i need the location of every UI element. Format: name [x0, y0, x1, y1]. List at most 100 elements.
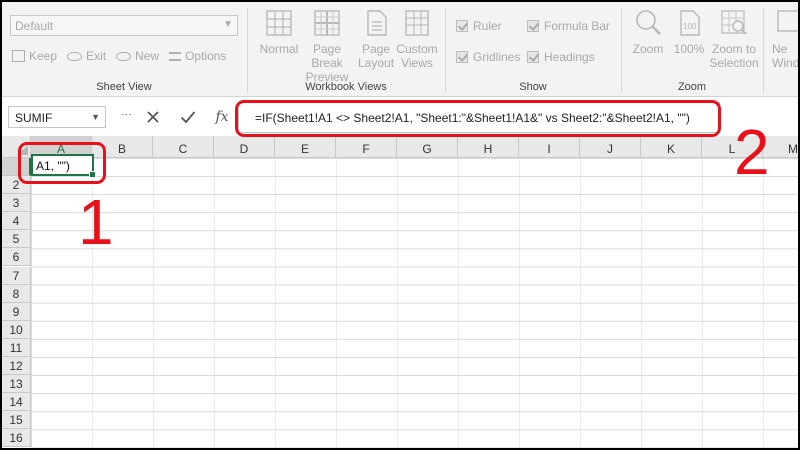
row-header-9[interactable]: 9 — [2, 302, 31, 321]
annotation-number-1: 1 — [78, 186, 114, 258]
annotation-box-2 — [235, 100, 721, 137]
check-icon — [456, 20, 468, 32]
group-zoom: Zoom 100 100% Zoom to Selection Zoom — [622, 2, 762, 97]
column-header-g[interactable]: G — [397, 136, 458, 158]
custom-views-label-2: Views — [401, 56, 433, 70]
column-header-k[interactable]: K — [641, 136, 702, 158]
drag-handle-icon[interactable]: ⋮ — [120, 109, 133, 119]
formula-bar-label: Formula Bar — [544, 19, 611, 33]
cancel-button[interactable] — [141, 105, 165, 129]
group-sheet-view: Default ▼ Keep Exit New Options Sheet Vi… — [2, 2, 246, 97]
group-show: Ruler Formula Bar Gridlines Headings Sho… — [446, 2, 620, 97]
ruler-label: Ruler — [473, 19, 502, 33]
sheet-view-select-value: Default — [15, 19, 54, 33]
exit-button[interactable]: Exit — [67, 49, 106, 63]
group-label-show: Show — [519, 81, 547, 93]
gridlines-label: Gridlines — [473, 50, 521, 64]
options-button[interactable]: Options — [169, 49, 226, 63]
page-layout-label-2: Layout — [358, 56, 395, 70]
column-header-c[interactable]: C — [153, 136, 214, 158]
row-header-16[interactable]: 16 — [2, 429, 31, 448]
ruler-checkbox[interactable]: Ruler — [456, 19, 502, 33]
page-break-icon — [314, 10, 340, 36]
name-box[interactable]: SUMIF ▼ — [8, 106, 106, 128]
page-layout-label-1: Page — [361, 42, 391, 56]
row-header-15[interactable]: 15 — [2, 411, 31, 430]
svg-text:100: 100 — [683, 22, 697, 31]
new-window-button[interactable]: Ne Wind — [772, 8, 798, 70]
custom-views-button[interactable]: Custom Views — [396, 8, 438, 70]
new-label: New — [135, 49, 160, 63]
normal-label: Normal — [259, 42, 299, 56]
gridlines-checkbox[interactable]: Gridlines — [456, 50, 520, 64]
excel-window: Default ▼ Keep Exit New Options Sheet Vi… — [2, 2, 798, 448]
options-label: Options — [185, 49, 227, 63]
annotation-number-2: 2 — [734, 116, 770, 188]
column-header-e[interactable]: E — [275, 136, 336, 158]
screenshot-frame: Default ▼ Keep Exit New Options Sheet Vi… — [0, 0, 800, 450]
new-window-label-2: Wind — [772, 56, 798, 70]
custom-views-label-1: Custom — [396, 42, 438, 56]
sheet-view-buttons: Keep Exit New Options — [12, 49, 226, 63]
zoom-100-icon: 100 — [680, 10, 700, 36]
group-label-workbook-views: Workbook Views — [305, 81, 387, 93]
chevron-down-icon: ▼ — [223, 19, 233, 30]
row-header-4[interactable]: 4 — [2, 212, 31, 231]
new-button[interactable]: New — [116, 49, 159, 63]
row-header-10[interactable]: 10 — [2, 320, 31, 339]
row-header-13[interactable]: 13 — [2, 375, 31, 394]
zoom-to-selection-label-1: Zoom to — [711, 42, 756, 56]
keep-label: Keep — [29, 49, 58, 63]
column-header-f[interactable]: F — [336, 136, 397, 158]
new-window-label-1: Ne — [772, 42, 788, 56]
cell-area[interactable] — [31, 158, 798, 448]
row-header-3[interactable]: 3 — [2, 194, 31, 213]
column-header-j[interactable]: J — [580, 136, 641, 158]
headings-checkbox[interactable]: Headings — [527, 50, 595, 64]
column-header-i[interactable]: I — [519, 136, 580, 158]
group-label-sheet-view: Sheet View — [96, 81, 152, 93]
zoom-selection-icon — [721, 10, 747, 35]
zoom-100-button[interactable]: 100 100% — [672, 8, 706, 56]
sheet-view-select[interactable]: Default ▼ — [10, 15, 238, 36]
normal-view-button[interactable]: Normal — [256, 8, 302, 56]
insert-function-button[interactable]: fx — [210, 105, 234, 129]
page-break-label-1: Page Break — [311, 42, 343, 70]
enter-button[interactable] — [176, 105, 200, 129]
ribbon: Default ▼ Keep Exit New Options Sheet Vi… — [2, 2, 798, 97]
page-break-preview-button[interactable]: Page Break Preview — [298, 8, 356, 84]
zoom-button[interactable]: Zoom — [628, 8, 668, 56]
row-header-6[interactable]: 6 — [2, 248, 31, 267]
normal-view-icon — [266, 10, 292, 36]
row-header-12[interactable]: 12 — [2, 357, 31, 376]
chevron-down-icon: ▼ — [91, 112, 100, 122]
magnifier-icon — [636, 10, 661, 35]
row-header-5[interactable]: 5 — [2, 230, 31, 249]
row-header-7[interactable]: 7 — [2, 266, 31, 285]
name-box-value: SUMIF — [15, 111, 53, 125]
page-layout-button[interactable]: Page Layout — [358, 8, 394, 70]
zoom-to-selection-label-2: Selection — [709, 56, 759, 70]
formula-bar-checkbox[interactable]: Formula Bar — [527, 19, 610, 33]
page-layout-icon — [367, 10, 387, 36]
keep-button[interactable]: Keep — [12, 49, 57, 63]
check-icon — [180, 111, 196, 124]
exit-eye-icon — [67, 51, 83, 61]
close-icon — [147, 111, 159, 123]
row-header-8[interactable]: 8 — [2, 284, 31, 303]
worksheet-grid: ABCDEFGHIJKLM 2 3 4 5 6 7 8 9 10 11 12 13 14 15 16 A1,… — [2, 136, 798, 448]
zoom-to-selection-button[interactable]: Zoom to Selection — [708, 8, 760, 70]
group-window: Ne Wind — [764, 2, 798, 97]
check-icon — [527, 51, 539, 63]
column-header-h[interactable]: H — [458, 136, 519, 158]
annotation-box-1 — [18, 142, 106, 184]
fx-icon: fx — [215, 109, 229, 125]
headings-label: Headings — [544, 50, 595, 64]
new-window-icon — [777, 10, 798, 32]
zoom-100-label: 100% — [673, 42, 705, 56]
new-eye-icon — [116, 51, 132, 61]
options-list-icon — [169, 51, 182, 61]
row-header-11[interactable]: 11 — [2, 338, 31, 357]
row-header-14[interactable]: 14 — [2, 393, 31, 412]
column-header-d[interactable]: D — [214, 136, 275, 158]
